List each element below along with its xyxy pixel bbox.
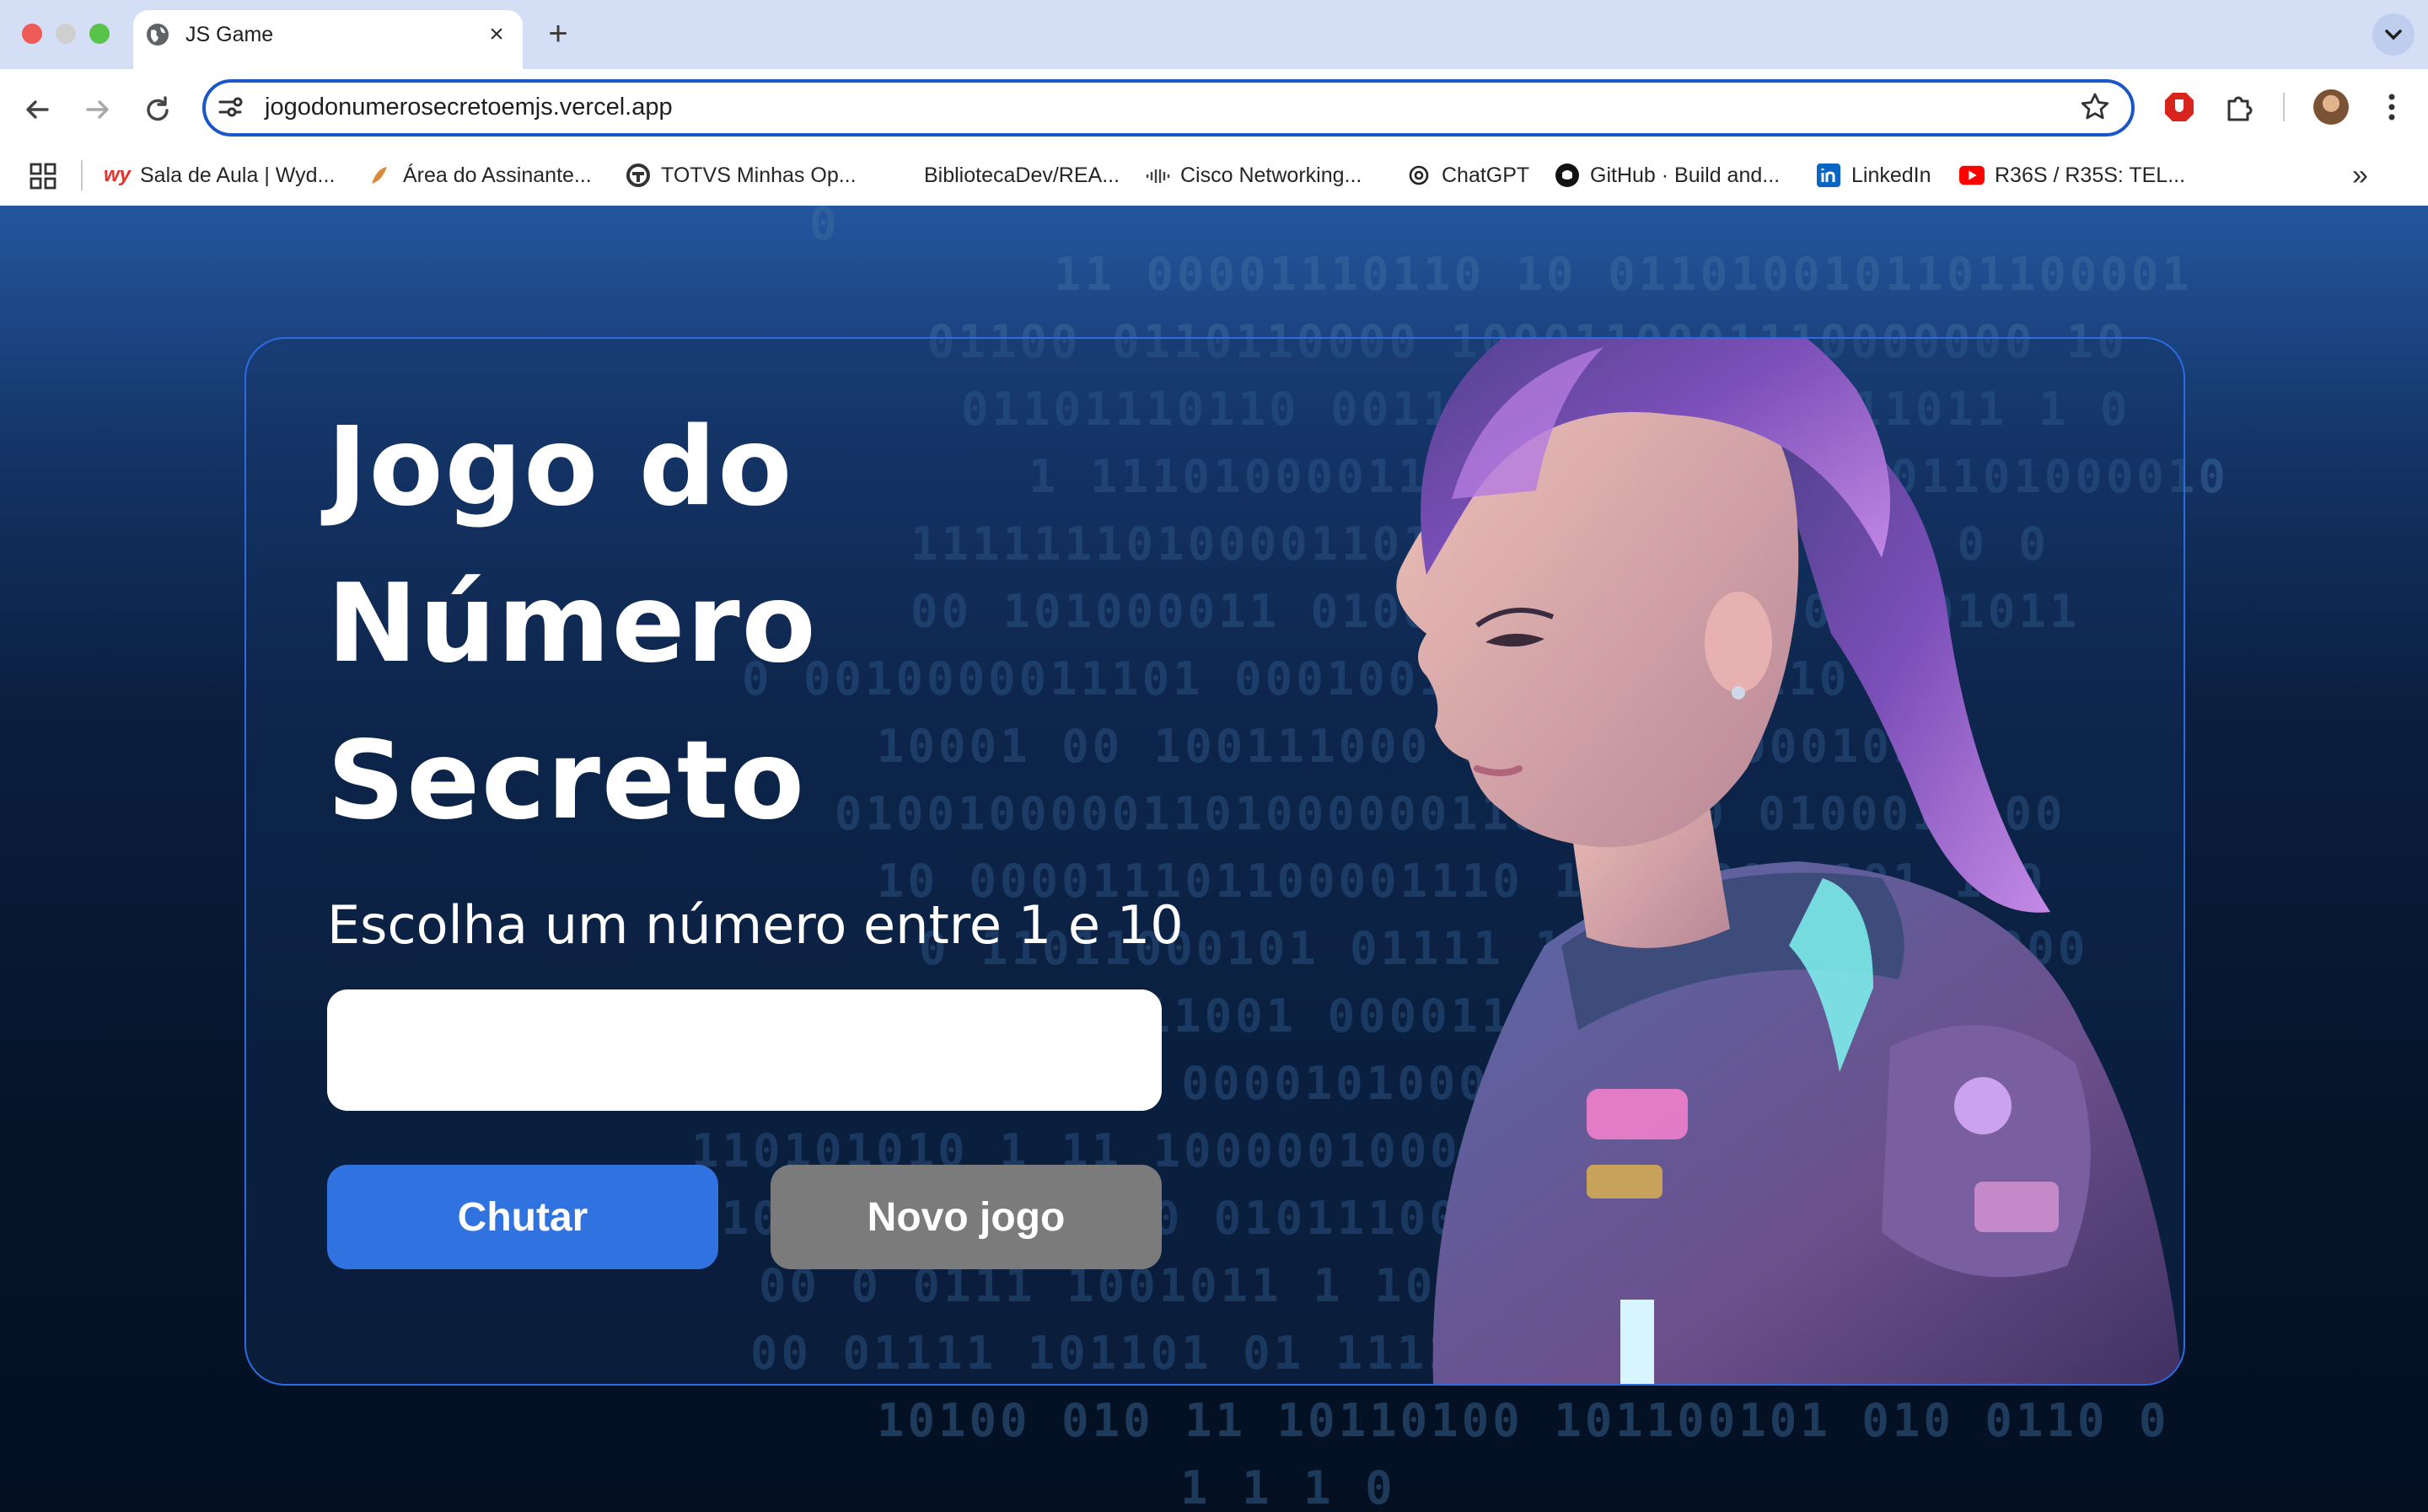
bookmark-cisco[interactable]: Cisco Networking... (1145, 157, 1362, 194)
game-page: 0 11 00001110110 10 0110100101101100001 01… (0, 206, 2428, 1512)
tab-search-button[interactable] (2372, 13, 2415, 56)
bookmarks-divider (81, 160, 83, 190)
new-tab-button[interactable]: + (543, 17, 573, 51)
more-bookmarks-button[interactable]: » (2352, 160, 2368, 190)
totvs-icon (626, 163, 651, 188)
bookmark-star-icon[interactable] (2079, 91, 2111, 123)
forward-arrow-icon[interactable] (81, 93, 115, 126)
tab-title: JS Game (185, 23, 274, 46)
toolbar-divider (2283, 93, 2285, 121)
bookmark-linkedin[interactable]: LinkedIn (1816, 157, 1931, 194)
instruction-text: Escolha um número entre 1 e 10 (327, 894, 1184, 956)
github-icon (1555, 163, 1580, 188)
chatgpt-icon (1406, 163, 1432, 188)
maximize-window-button[interactable] (89, 24, 110, 44)
chevron-down-icon (2385, 29, 2402, 40)
bookmark-chatgpt[interactable]: ChatGPT (1406, 157, 1529, 194)
binary-row: 11 00001110110 10 0110100101101100001 (1054, 248, 2193, 301)
url-text[interactable]: jogodonumerosecretoemjs.vercel.app (265, 91, 673, 123)
page-title: Jogo do Número Secreto (327, 389, 934, 860)
globe-icon (147, 24, 169, 46)
bookmark-r36s[interactable]: R36S / R35S: TEL... (1959, 157, 2185, 194)
adblock-extension-icon[interactable] (2162, 89, 2197, 125)
binary-row: 1 1 1 0 (1180, 1461, 1396, 1512)
youtube-icon (1959, 163, 1985, 188)
cisco-icon (1145, 163, 1170, 188)
back-arrow-icon[interactable] (20, 93, 54, 126)
new-game-button[interactable]: Novo jogo (771, 1165, 1162, 1269)
astronaut-girl-illustration (1396, 339, 2183, 1384)
title-line-2: Número (327, 561, 818, 687)
bookmark-area-do-assinante[interactable]: Área do Assinante... (368, 157, 592, 194)
site-settings-icon[interactable] (216, 93, 244, 121)
guess-input[interactable] (327, 989, 1162, 1111)
game-container: Jogo do Número Secreto Escolha um número… (244, 337, 2185, 1386)
wyden-icon: wy (104, 164, 132, 186)
linkedin-icon (1816, 163, 1841, 188)
bird-icon (368, 163, 393, 188)
binary-row: 10100 010 11 10110100 101100101 010 0110… (877, 1394, 2170, 1447)
bookmark-sala-de-aula[interactable]: wy Sala de Aula | Wyd... (104, 157, 335, 194)
close-tab-icon[interactable]: × (484, 22, 509, 47)
bookmark-totvs[interactable]: TOTVS Minhas Op... (626, 157, 857, 194)
reload-icon[interactable] (142, 93, 175, 126)
profile-avatar[interactable] (2313, 89, 2349, 125)
more-menu-icon[interactable] (2377, 91, 2406, 123)
title-line-3: Secreto (327, 718, 806, 844)
title-line-1: Jogo do (327, 405, 794, 530)
guess-button[interactable]: Chutar (327, 1165, 718, 1269)
extensions-puzzle-icon[interactable] (2222, 89, 2258, 125)
minimize-window-button[interactable] (56, 24, 76, 44)
bookmark-bibliotecadev[interactable]: BibliotecaDev/REA... (924, 157, 1120, 194)
apps-grid-icon[interactable] (29, 162, 57, 190)
binary-row: 0 (809, 206, 841, 250)
bookmark-github[interactable]: GitHub · Build and... (1555, 157, 1780, 194)
close-window-button[interactable] (22, 24, 42, 44)
